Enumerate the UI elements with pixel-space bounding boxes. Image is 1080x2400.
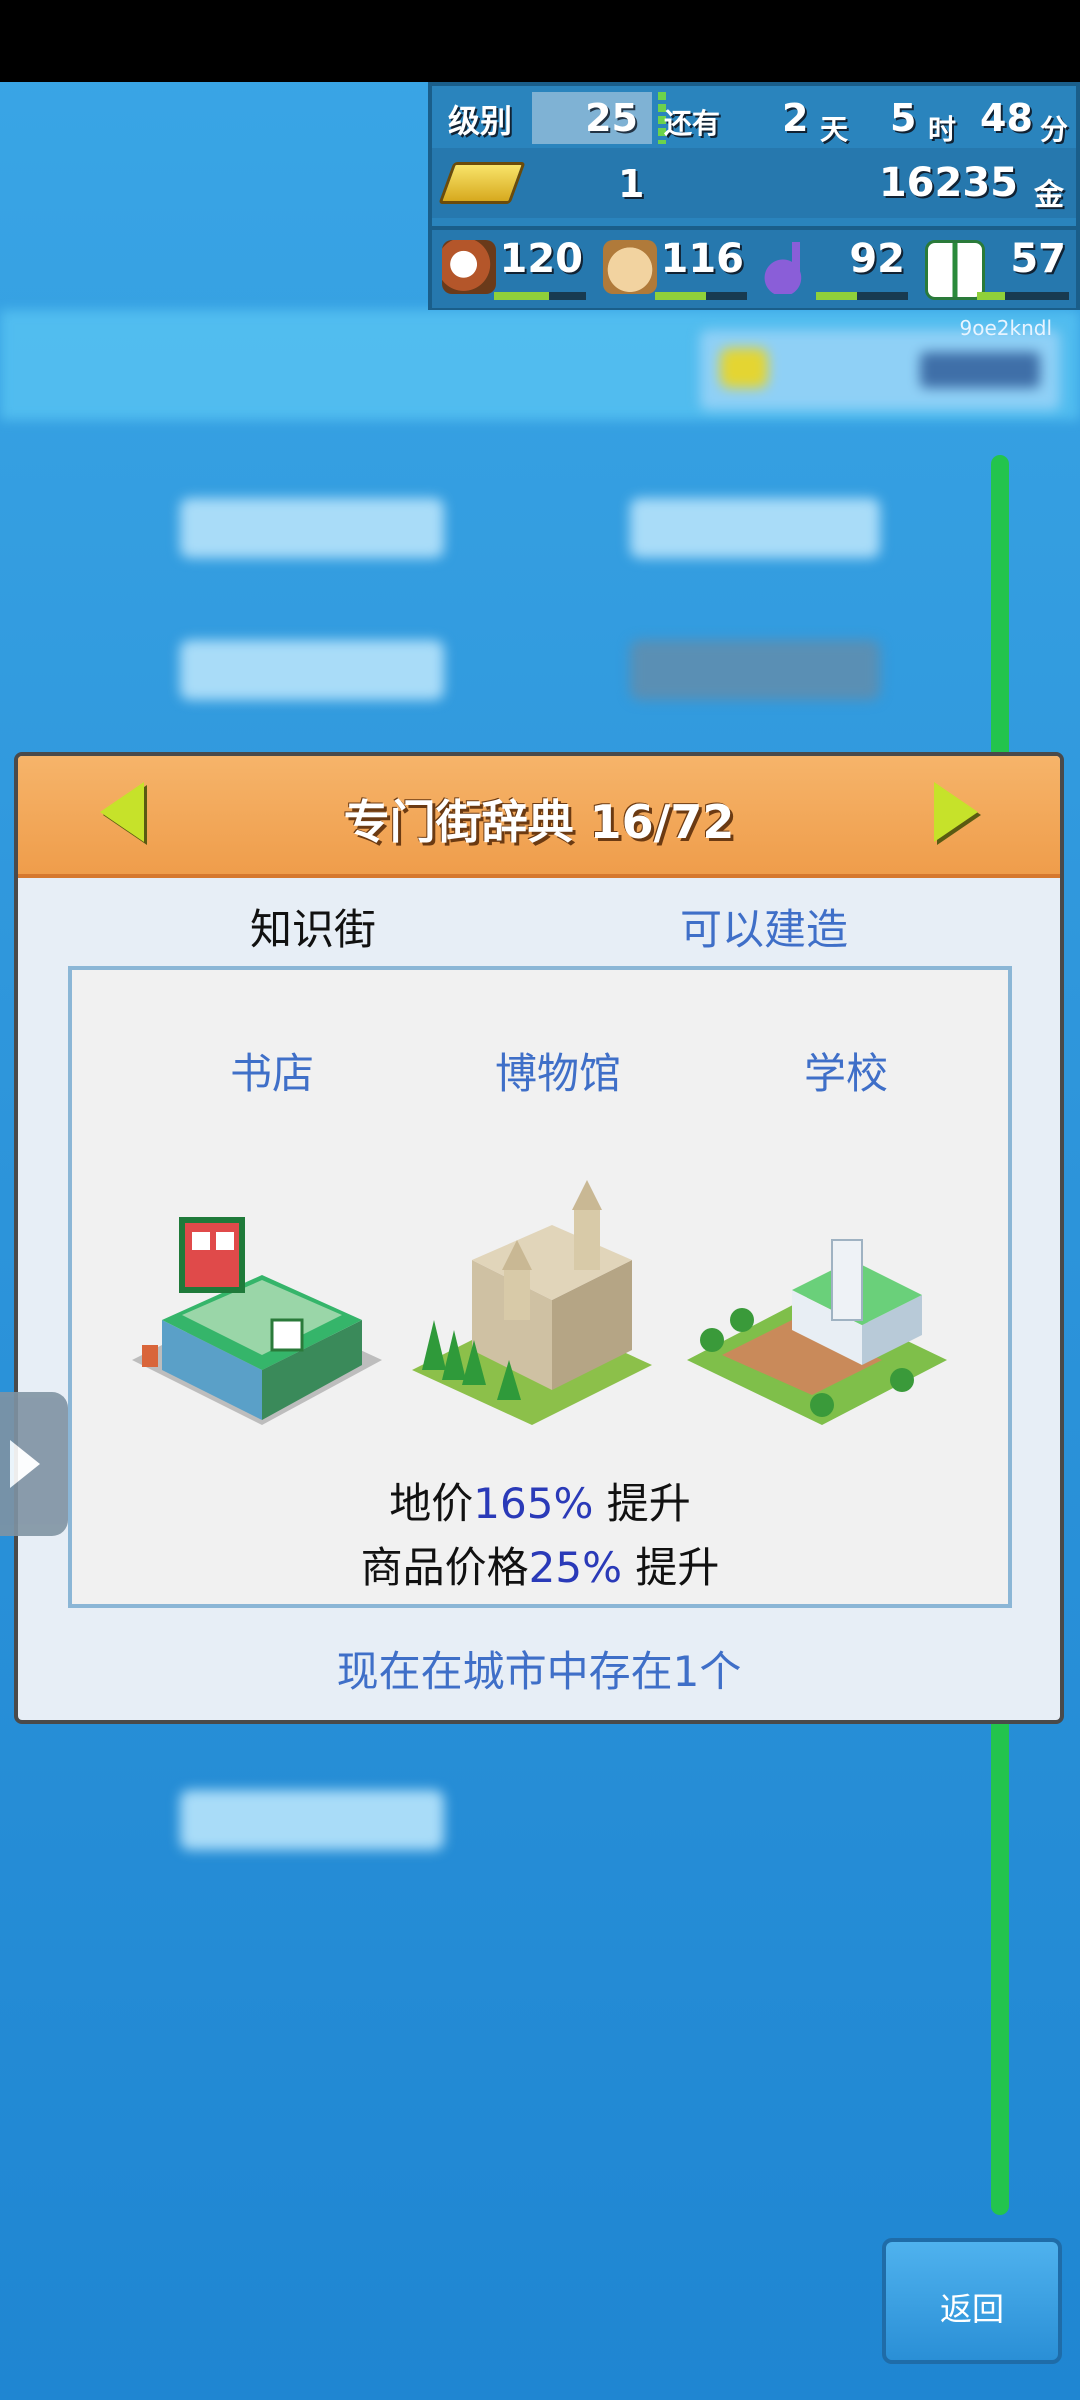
effect-suffix: 提升 bbox=[622, 1543, 720, 1592]
effect-value: 25% bbox=[528, 1543, 622, 1592]
stat-bar bbox=[977, 292, 1069, 300]
stat-knowledge: 57 bbox=[915, 230, 1076, 308]
effect-label: 商品价格 bbox=[360, 1543, 529, 1592]
effect-suffix: 提升 bbox=[593, 1479, 691, 1528]
museum-image bbox=[412, 1180, 652, 1425]
background-blur-item bbox=[630, 498, 880, 558]
street-dictionary-dialog: 专门街辞典 16/72 知识街 可以建造 书店 博物馆 学校 地价165% 提升… bbox=[14, 752, 1064, 1724]
effect-goods-price: 商品价格25% 提升 bbox=[72, 1534, 1008, 1595]
gold-bar-count: 1 bbox=[618, 162, 645, 206]
street-name: 知识街 bbox=[250, 905, 377, 954]
money-value: 16235 bbox=[878, 160, 1018, 206]
school-image bbox=[687, 1239, 947, 1425]
gold-bar-icon bbox=[438, 162, 526, 204]
minutes-value: 48 bbox=[980, 96, 1033, 140]
street-detail-panel: 书店 博物馆 学校 地价165% 提升 商品价格25% 提升 bbox=[68, 966, 1012, 1608]
side-drawer-tab[interactable] bbox=[0, 1392, 68, 1536]
money-unit: 金 bbox=[1034, 178, 1064, 213]
effect-label: 地价 bbox=[389, 1479, 474, 1528]
bag-icon bbox=[603, 240, 657, 294]
building-name-bookstore: 书店 bbox=[229, 1049, 314, 1098]
watermark-code: 9oe2kndl bbox=[959, 316, 1053, 340]
stat-bar bbox=[655, 292, 747, 300]
background-blur-button bbox=[700, 330, 1060, 410]
next-arrow-icon[interactable] bbox=[934, 782, 978, 842]
dialog-header: 专门街辞典 16/72 bbox=[18, 756, 1060, 878]
stat-bar bbox=[816, 292, 908, 300]
music-note-icon bbox=[764, 240, 818, 294]
stat-entertainment: 92 bbox=[754, 230, 915, 308]
status-panel: 级别 25 还有 2 天 5 时 48 分 1 16235 金 120 116 … bbox=[428, 82, 1080, 310]
level-box: 25 bbox=[532, 92, 652, 144]
build-status: 可以建造 bbox=[680, 905, 849, 954]
food-icon bbox=[442, 240, 496, 294]
background-blur-item bbox=[630, 640, 880, 700]
stat-food: 120 bbox=[432, 230, 593, 308]
level-label: 级别 bbox=[448, 102, 513, 140]
book-icon bbox=[925, 240, 985, 300]
bookstore-image bbox=[132, 1217, 382, 1425]
hours-value: 5 bbox=[890, 96, 917, 140]
level-value: 25 bbox=[585, 96, 638, 140]
stat-value: 120 bbox=[499, 236, 584, 282]
existing-count-text: 现在在城市中存在1个 bbox=[336, 1647, 742, 1696]
stat-goods: 116 bbox=[593, 230, 754, 308]
background-blur-item bbox=[180, 640, 444, 700]
background-blur-item bbox=[180, 1790, 444, 1850]
stat-value: 116 bbox=[660, 236, 745, 282]
minutes-unit: 分 bbox=[1040, 113, 1069, 146]
building-name-school: 学校 bbox=[803, 1049, 888, 1098]
stat-value: 57 bbox=[1010, 236, 1066, 282]
days-unit: 天 bbox=[820, 113, 849, 146]
effect-land-price: 地价165% 提升 bbox=[72, 1470, 1008, 1531]
system-status-bar bbox=[0, 0, 1080, 82]
building-name-museum: 博物馆 bbox=[494, 1049, 621, 1098]
hours-unit: 时 bbox=[928, 113, 957, 146]
stat-bar bbox=[494, 292, 586, 300]
remaining-label: 还有 bbox=[664, 107, 721, 140]
effect-value: 165% bbox=[473, 1479, 594, 1528]
stat-value: 92 bbox=[849, 236, 905, 282]
back-button[interactable]: 返回 bbox=[882, 2238, 1062, 2364]
back-button-label: 返回 bbox=[939, 2290, 1004, 2328]
background-blur-item bbox=[180, 498, 444, 558]
days-value: 2 bbox=[782, 96, 809, 140]
dialog-title: 专门街辞典 16/72 bbox=[343, 795, 735, 849]
chevron-right-icon bbox=[10, 1440, 40, 1488]
